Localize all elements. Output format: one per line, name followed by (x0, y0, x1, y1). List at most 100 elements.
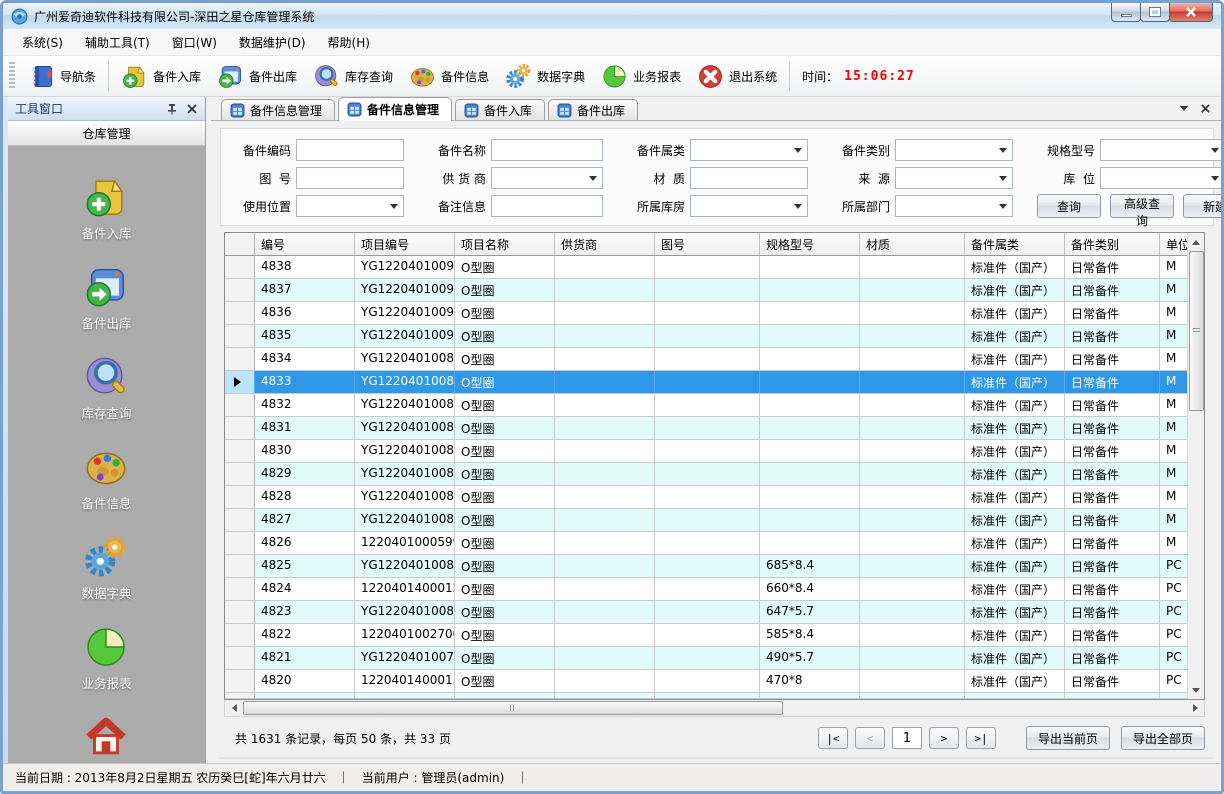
export-all-pages-button[interactable]: 导出全部页 (1121, 726, 1205, 750)
vertical-scrollbar[interactable] (1187, 233, 1204, 699)
field-select-1-3[interactable] (895, 167, 1013, 189)
table-row[interactable]: 4831YG12204010086O型圈标准件（国产）日常备件M (225, 417, 1187, 440)
field-select-0-4[interactable] (1100, 139, 1224, 161)
row-selector[interactable] (225, 601, 255, 623)
chevron-down-icon[interactable] (386, 197, 402, 215)
row-selector[interactable] (225, 555, 255, 577)
chevron-down-icon[interactable] (1207, 141, 1223, 159)
field-input-0-1[interactable] (491, 139, 603, 161)
table-row[interactable]: 4830YG12204010085O型圈标准件（国产）日常备件M (225, 440, 1187, 463)
column-header-3[interactable]: 供货商 (555, 233, 655, 255)
last-page-button[interactable]: >| (966, 727, 996, 749)
table-row[interactable]: 4825YG12204010081O型圈685*8.4标准件（国产）日常备件PC (225, 555, 1187, 578)
table-row[interactable]: 4833YG12204010088O型圈标准件（国产）日常备件M (225, 371, 1187, 394)
column-header-9[interactable]: 单位 (1160, 233, 1188, 255)
sidebar-item-5[interactable]: 业务报表 (81, 624, 131, 692)
sidebar-item-2[interactable]: 库存查询 (81, 354, 131, 422)
table-row[interactable]: 4836YG12204010091O型圈标准件（国产）日常备件M (225, 302, 1187, 325)
table-row[interactable]: 48221220401002700O型圈585*8.4标准件（国产）日常备件PC (225, 624, 1187, 647)
next-page-button[interactable]: > (929, 727, 959, 749)
chevron-down-icon[interactable] (995, 141, 1011, 159)
export-current-page-button[interactable]: 导出当前页 (1026, 726, 1110, 750)
column-header-4[interactable]: 图号 (655, 233, 760, 255)
scroll-down-icon[interactable] (1188, 682, 1205, 699)
row-selector[interactable] (225, 647, 255, 669)
row-selector[interactable] (225, 440, 255, 462)
close-button[interactable] (1169, 3, 1213, 22)
maximize-button[interactable] (1140, 3, 1170, 22)
menu-item-1[interactable]: 辅助工具(T) (74, 29, 161, 56)
row-selector[interactable] (225, 670, 255, 692)
chevron-down-icon[interactable] (995, 197, 1011, 215)
column-header-5[interactable]: 规格型号 (760, 233, 860, 255)
column-header-1[interactable]: 项目编号 (355, 233, 455, 255)
menu-item-3[interactable]: 数据维护(D) (228, 29, 317, 56)
row-selector[interactable] (225, 624, 255, 646)
row-selector-current[interactable] (225, 371, 255, 393)
table-row[interactable]: 4837YG12204010092O型圈标准件（国产）日常备件M (225, 279, 1187, 302)
row-selector[interactable] (225, 532, 255, 554)
chevron-down-icon[interactable] (585, 169, 601, 187)
row-selector[interactable] (225, 279, 255, 301)
column-header-2[interactable]: 项目名称 (455, 233, 555, 255)
first-page-button[interactable]: |< (818, 727, 848, 749)
menu-item-2[interactable]: 窗口(W) (161, 29, 228, 56)
tab-close-icon[interactable] (1200, 103, 1211, 114)
row-selector[interactable] (225, 302, 255, 324)
table-row[interactable]: 4823YG12204010080O型圈647*5.7标准件（国产）日常备件PC (225, 601, 1187, 624)
row-selector[interactable] (225, 394, 255, 416)
field-select-1-4[interactable] (1100, 167, 1224, 189)
sidebar-item-0[interactable]: 备件入库 (81, 174, 131, 242)
pin-icon[interactable] (166, 103, 178, 115)
horizontal-scroll-thumb[interactable] (243, 701, 783, 715)
table-row[interactable]: 48261220401000599O型圈标准件（国产）日常备件M (225, 532, 1187, 555)
sidebar-item-6[interactable]: 库房管理 (81, 714, 131, 763)
vertical-scroll-thumb[interactable] (1189, 251, 1204, 411)
row-selector[interactable] (225, 417, 255, 439)
field-input-2-1[interactable] (491, 195, 603, 217)
row-selector[interactable] (225, 578, 255, 600)
tab-1[interactable]: 备件信息管理 (338, 97, 452, 121)
menu-item-4[interactable]: 帮助(H) (317, 29, 381, 56)
table-row[interactable]: 4827YG12204010082O型圈标准件（国产）日常备件M (225, 509, 1187, 532)
toolbar-button-7[interactable]: 退出系统 (689, 59, 785, 94)
row-selector[interactable] (225, 509, 255, 531)
table-row[interactable]: 48201220401400013O型圈470*8标准件（国产）日常备件PC (225, 670, 1187, 693)
tab-2[interactable]: 备件入库 (455, 99, 545, 120)
field-select-2-0[interactable] (296, 195, 404, 217)
page-number-input[interactable] (892, 727, 922, 749)
column-header-8[interactable]: 备件类别 (1065, 233, 1160, 255)
table-row[interactable]: 4838YG12204010093O型圈标准件（国产）日常备件M (225, 256, 1187, 279)
toolbar-button-4[interactable]: 备件信息 (401, 59, 497, 94)
minimize-button[interactable] (1111, 3, 1141, 22)
tab-list-chevron-down-icon[interactable] (1180, 106, 1188, 115)
row-selector[interactable] (225, 256, 255, 278)
panel-close-icon[interactable] (186, 103, 198, 115)
tab-3[interactable]: 备件出库 (548, 99, 638, 120)
sidebar-group-warehouse[interactable]: 仓库管理 (8, 121, 205, 146)
form-button-0[interactable]: 查询 (1037, 194, 1101, 218)
scroll-up-icon[interactable] (1188, 233, 1205, 250)
table-row[interactable]: 4828YG12204010083O型圈标准件（国产）日常备件M (225, 486, 1187, 509)
field-input-0-0[interactable] (296, 139, 404, 161)
table-row[interactable]: 4821YG12204010079O型圈490*5.7标准件（国产）日常备件PC (225, 647, 1187, 670)
field-select-1-1[interactable] (491, 167, 603, 189)
field-select-2-2[interactable] (690, 195, 808, 217)
toolbar-button-5[interactable]: 数据字典 (497, 59, 593, 94)
field-select-2-3[interactable] (895, 195, 1013, 217)
column-header-7[interactable]: 备件属类 (965, 233, 1065, 255)
column-header-0[interactable]: 编号 (255, 233, 355, 255)
sidebar-item-3[interactable]: 备件信息 (81, 444, 131, 512)
row-selector[interactable] (225, 348, 255, 370)
row-selector[interactable] (225, 325, 255, 347)
table-row[interactable]: 4829YG12204010084O型圈标准件（国产）日常备件M (225, 463, 1187, 486)
toolbar-button-0[interactable]: 导航条 (20, 59, 104, 94)
sidebar-item-4[interactable]: 数据字典 (81, 534, 131, 602)
chevron-down-icon[interactable] (790, 141, 806, 159)
horizontal-scrollbar[interactable] (224, 700, 1205, 717)
table-row[interactable]: 48241220401400012O型圈660*8.4标准件（国产）日常备件PC (225, 578, 1187, 601)
field-select-0-2[interactable] (690, 139, 808, 161)
chevron-down-icon[interactable] (790, 197, 806, 215)
table-row[interactable]: 4832YG12204010087O型圈标准件（国产）日常备件M (225, 394, 1187, 417)
tab-0[interactable]: 备件信息管理 (221, 99, 335, 120)
